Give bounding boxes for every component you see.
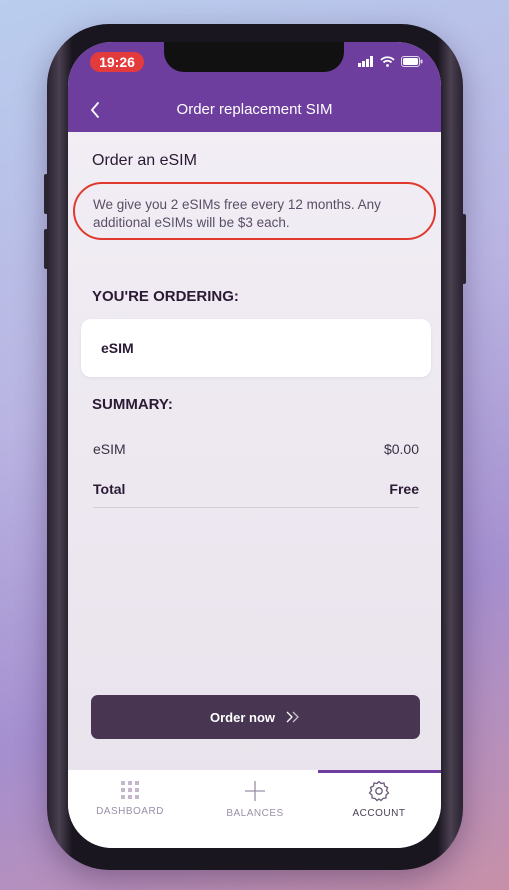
section-title: Order an eSIM	[92, 152, 197, 169]
tab-label: BALANCES	[226, 808, 284, 819]
order-now-button[interactable]: Order now	[91, 695, 420, 739]
tab-account[interactable]: ACCOUNT	[317, 770, 441, 848]
order-now-label: Order now	[209, 709, 275, 725]
summary-divider	[93, 507, 419, 508]
power-button	[462, 214, 466, 284]
chevron-double-right-icon	[286, 711, 299, 723]
page-title: Order replacement SIM	[176, 101, 333, 118]
summary-title: SUMMARY:	[92, 396, 173, 413]
gear-icon	[368, 780, 390, 802]
tab-dashboard[interactable]: DASHBOARD	[68, 770, 192, 848]
tab-label: ACCOUNT	[352, 808, 406, 819]
summary-total-label: Total	[93, 481, 126, 497]
status-icons	[358, 56, 423, 67]
battery-icon	[401, 56, 423, 67]
summary-row-label: eSIM	[93, 441, 126, 457]
tab-balances[interactable]: BALANCES	[193, 770, 317, 848]
summary-row-total: Total Free	[93, 481, 419, 497]
plus-icon	[245, 781, 265, 801]
notch	[164, 42, 344, 72]
summary-row-value: $0.00	[383, 441, 419, 457]
summary-total-value: Free	[389, 481, 419, 497]
volume-up-button	[44, 174, 48, 214]
app-header: 19:26 Order replacement SIM	[68, 42, 441, 132]
info-text: We give you 2 eSIMs free every 12 months…	[93, 197, 381, 230]
ordering-card: eSIM	[81, 319, 431, 377]
wifi-icon	[380, 56, 395, 67]
signal-icon	[358, 56, 373, 67]
summary-row: eSIM $0.00	[93, 441, 419, 457]
tab-bar: DASHBOARD BALANCES ACCOUNT	[68, 770, 441, 848]
ordering-item: eSIM	[101, 340, 134, 356]
active-tab-indicator	[318, 770, 441, 773]
status-time: 19:26	[90, 52, 144, 72]
tab-label: DASHBOARD	[96, 806, 164, 817]
volume-down-button	[44, 229, 48, 269]
app-screen: 19:26 Order replacement SIM Order an eSI…	[68, 42, 441, 848]
ordering-title: YOU'RE ORDERING:	[92, 288, 239, 305]
grid-icon	[121, 781, 139, 799]
